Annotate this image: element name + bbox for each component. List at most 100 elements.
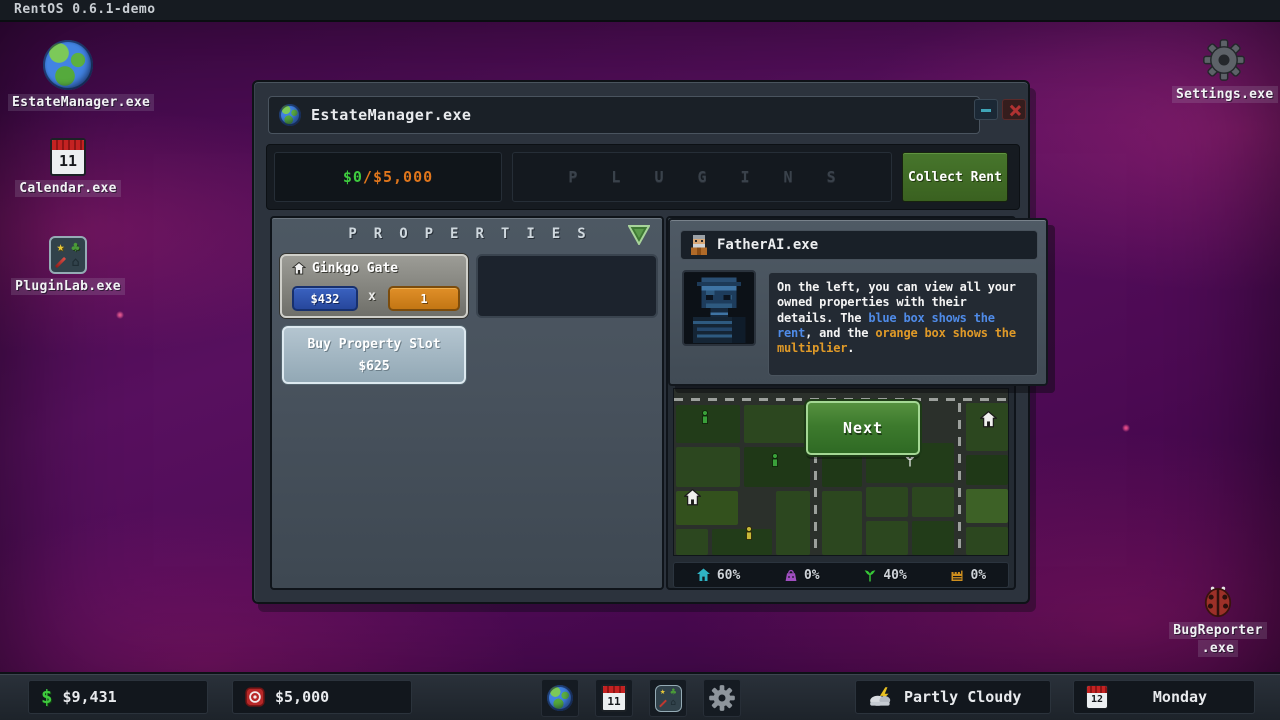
pluginlab-icon: ★ ♣ ⌂ (49, 236, 87, 274)
stat-value: 40% (883, 568, 906, 583)
calendar-icon: 11 (601, 684, 627, 712)
weather-label: Partly Cloudy (904, 688, 1021, 706)
taskbar: $ $9,431 $5,000 11 ★ ♣ ⌂ (0, 672, 1280, 720)
empty-property-slot (476, 254, 658, 318)
buy-property-slot-button[interactable]: Buy Property Slot $625 (282, 326, 466, 384)
desktop-icon-label: Settings.exe (1172, 86, 1278, 103)
collect-rent-button[interactable]: Collect Rent (902, 152, 1008, 202)
next-button[interactable]: Next (806, 401, 920, 455)
filter-icon[interactable] (628, 225, 650, 245)
house-icon (684, 489, 701, 506)
city-map[interactable]: Next (673, 388, 1009, 556)
desktop-icon-calendar[interactable]: 11 Calendar.exe (8, 138, 128, 197)
multiply-symbol: x (368, 289, 376, 304)
plant-icon (863, 568, 877, 582)
window-title: EstateManager.exe (311, 106, 471, 124)
map-parcel[interactable] (744, 405, 810, 443)
os-version-title: RentOS 0.6.1-demo (14, 2, 156, 17)
gear-icon (708, 684, 736, 712)
shop-icon (784, 568, 798, 582)
map-parcel[interactable] (912, 521, 954, 555)
clover-glyph: ♣ (68, 240, 83, 255)
tool-glyph (53, 255, 68, 270)
minimize-icon (981, 109, 991, 112)
desktop-icon-label: PluginLab.exe (11, 278, 125, 295)
rent-value-button[interactable]: $432 (292, 286, 358, 311)
house-glyph: ⌂ (68, 255, 83, 270)
desktop-icon-label2: .exe (1198, 640, 1239, 657)
globe-icon (279, 104, 301, 126)
goal-target-icon (245, 687, 265, 707)
map-parcel[interactable] (912, 487, 954, 517)
taskbar-settings[interactable] (703, 679, 741, 717)
desktop-icon-estatemanager[interactable]: EstateManager.exe (8, 40, 128, 111)
villager-icon (744, 526, 754, 541)
property-name-row: Ginkgo Gate (292, 261, 398, 276)
partly-cloudy-icon (868, 687, 894, 707)
dialog-titlebar[interactable]: FatherAI.exe (680, 230, 1038, 260)
desktop-icon-label: Calendar.exe (15, 180, 121, 197)
calendar-icon: 11 (50, 138, 86, 176)
father-ai-icon (689, 235, 709, 255)
multiplier-button[interactable]: 1 (388, 286, 460, 311)
gear-icon (1202, 38, 1246, 82)
map-parcel[interactable] (676, 447, 740, 487)
dollar-icon: $ (41, 686, 52, 708)
globe-icon (547, 685, 573, 711)
property-name: Ginkgo Gate (312, 261, 398, 276)
map-parcel[interactable] (966, 489, 1008, 523)
father-ai-dialog: FatherAI.exe O (668, 218, 1048, 386)
desktop: RentOS 0.6.1-demo EstateManager.exe 11 C… (0, 0, 1280, 720)
pluginlab-icon: ★ ♣ ⌂ (655, 685, 682, 712)
villager-icon (700, 410, 710, 425)
properties-header: PROPERTIES (272, 226, 662, 242)
house-icon (980, 411, 997, 428)
stat-value: 0% (970, 568, 986, 583)
map-parcel[interactable] (866, 487, 908, 517)
father-ai-avatar (682, 270, 756, 346)
map-parcel[interactable] (866, 521, 908, 555)
desktop-icon-pluginlab[interactable]: ★ ♣ ⌂ PluginLab.exe (8, 236, 128, 295)
map-parcel[interactable] (676, 529, 708, 555)
money-current: $0 (343, 168, 363, 186)
stat-value: 0% (804, 568, 820, 583)
villager-icon (770, 453, 780, 468)
plugins-bar[interactable]: PLUGINS (512, 152, 892, 202)
plugins-label: PLUGINS (568, 168, 869, 186)
window-titlebar[interactable]: EstateManager.exe (268, 96, 980, 134)
taskbar-pluginlab[interactable]: ★ ♣ ⌂ (649, 679, 687, 717)
map-parcel[interactable] (966, 527, 1008, 555)
minimize-button[interactable] (974, 99, 998, 120)
desktop-icon-label: EstateManager.exe (8, 94, 154, 111)
map-parcel[interactable] (712, 529, 772, 555)
map-parcel[interactable] (776, 491, 810, 555)
close-button[interactable] (1002, 99, 1026, 120)
taskbar-estatemanager[interactable] (541, 679, 579, 717)
star-glyph: ★ (53, 240, 68, 255)
stat-value: 60% (717, 568, 740, 583)
dialog-message: On the left, you can view all your owned… (768, 272, 1038, 376)
properties-panel: PROPERTIES Ginkgo Gate $432 (270, 216, 664, 590)
globe-icon (43, 40, 93, 90)
balance-value: $9,431 (62, 688, 116, 706)
taskbar-calendar[interactable]: 11 (595, 679, 633, 717)
house-icon (292, 262, 306, 275)
stat-industrial: 0% (950, 568, 986, 583)
property-card-ginkgo-gate[interactable]: Ginkgo Gate $432 x 1 (280, 254, 468, 318)
road-marking (958, 403, 961, 556)
stat-nature: 40% (863, 568, 906, 583)
map-parcel[interactable] (822, 491, 862, 555)
desktop-icon-settings[interactable]: Settings.exe (1172, 38, 1276, 103)
calendar-icon: 12 (1086, 685, 1108, 709)
money-progress: $0/$5,000 (274, 152, 502, 202)
stat-residential: 60% (696, 568, 740, 583)
desktop-icon-bugreporter[interactable]: BugReporter .exe (1160, 582, 1276, 657)
factory-icon (950, 568, 964, 582)
goal-value: $5,000 (275, 688, 329, 706)
zoning-stats-bar: 60% 0% 40% 0% (673, 562, 1009, 588)
stat-commercial: 0% (784, 568, 820, 583)
os-topbar: RentOS 0.6.1-demo (0, 0, 1280, 22)
day-widget: 12 Monday (1073, 680, 1255, 714)
money-goal: $5,000 (373, 168, 433, 186)
map-parcel[interactable] (966, 455, 1008, 485)
